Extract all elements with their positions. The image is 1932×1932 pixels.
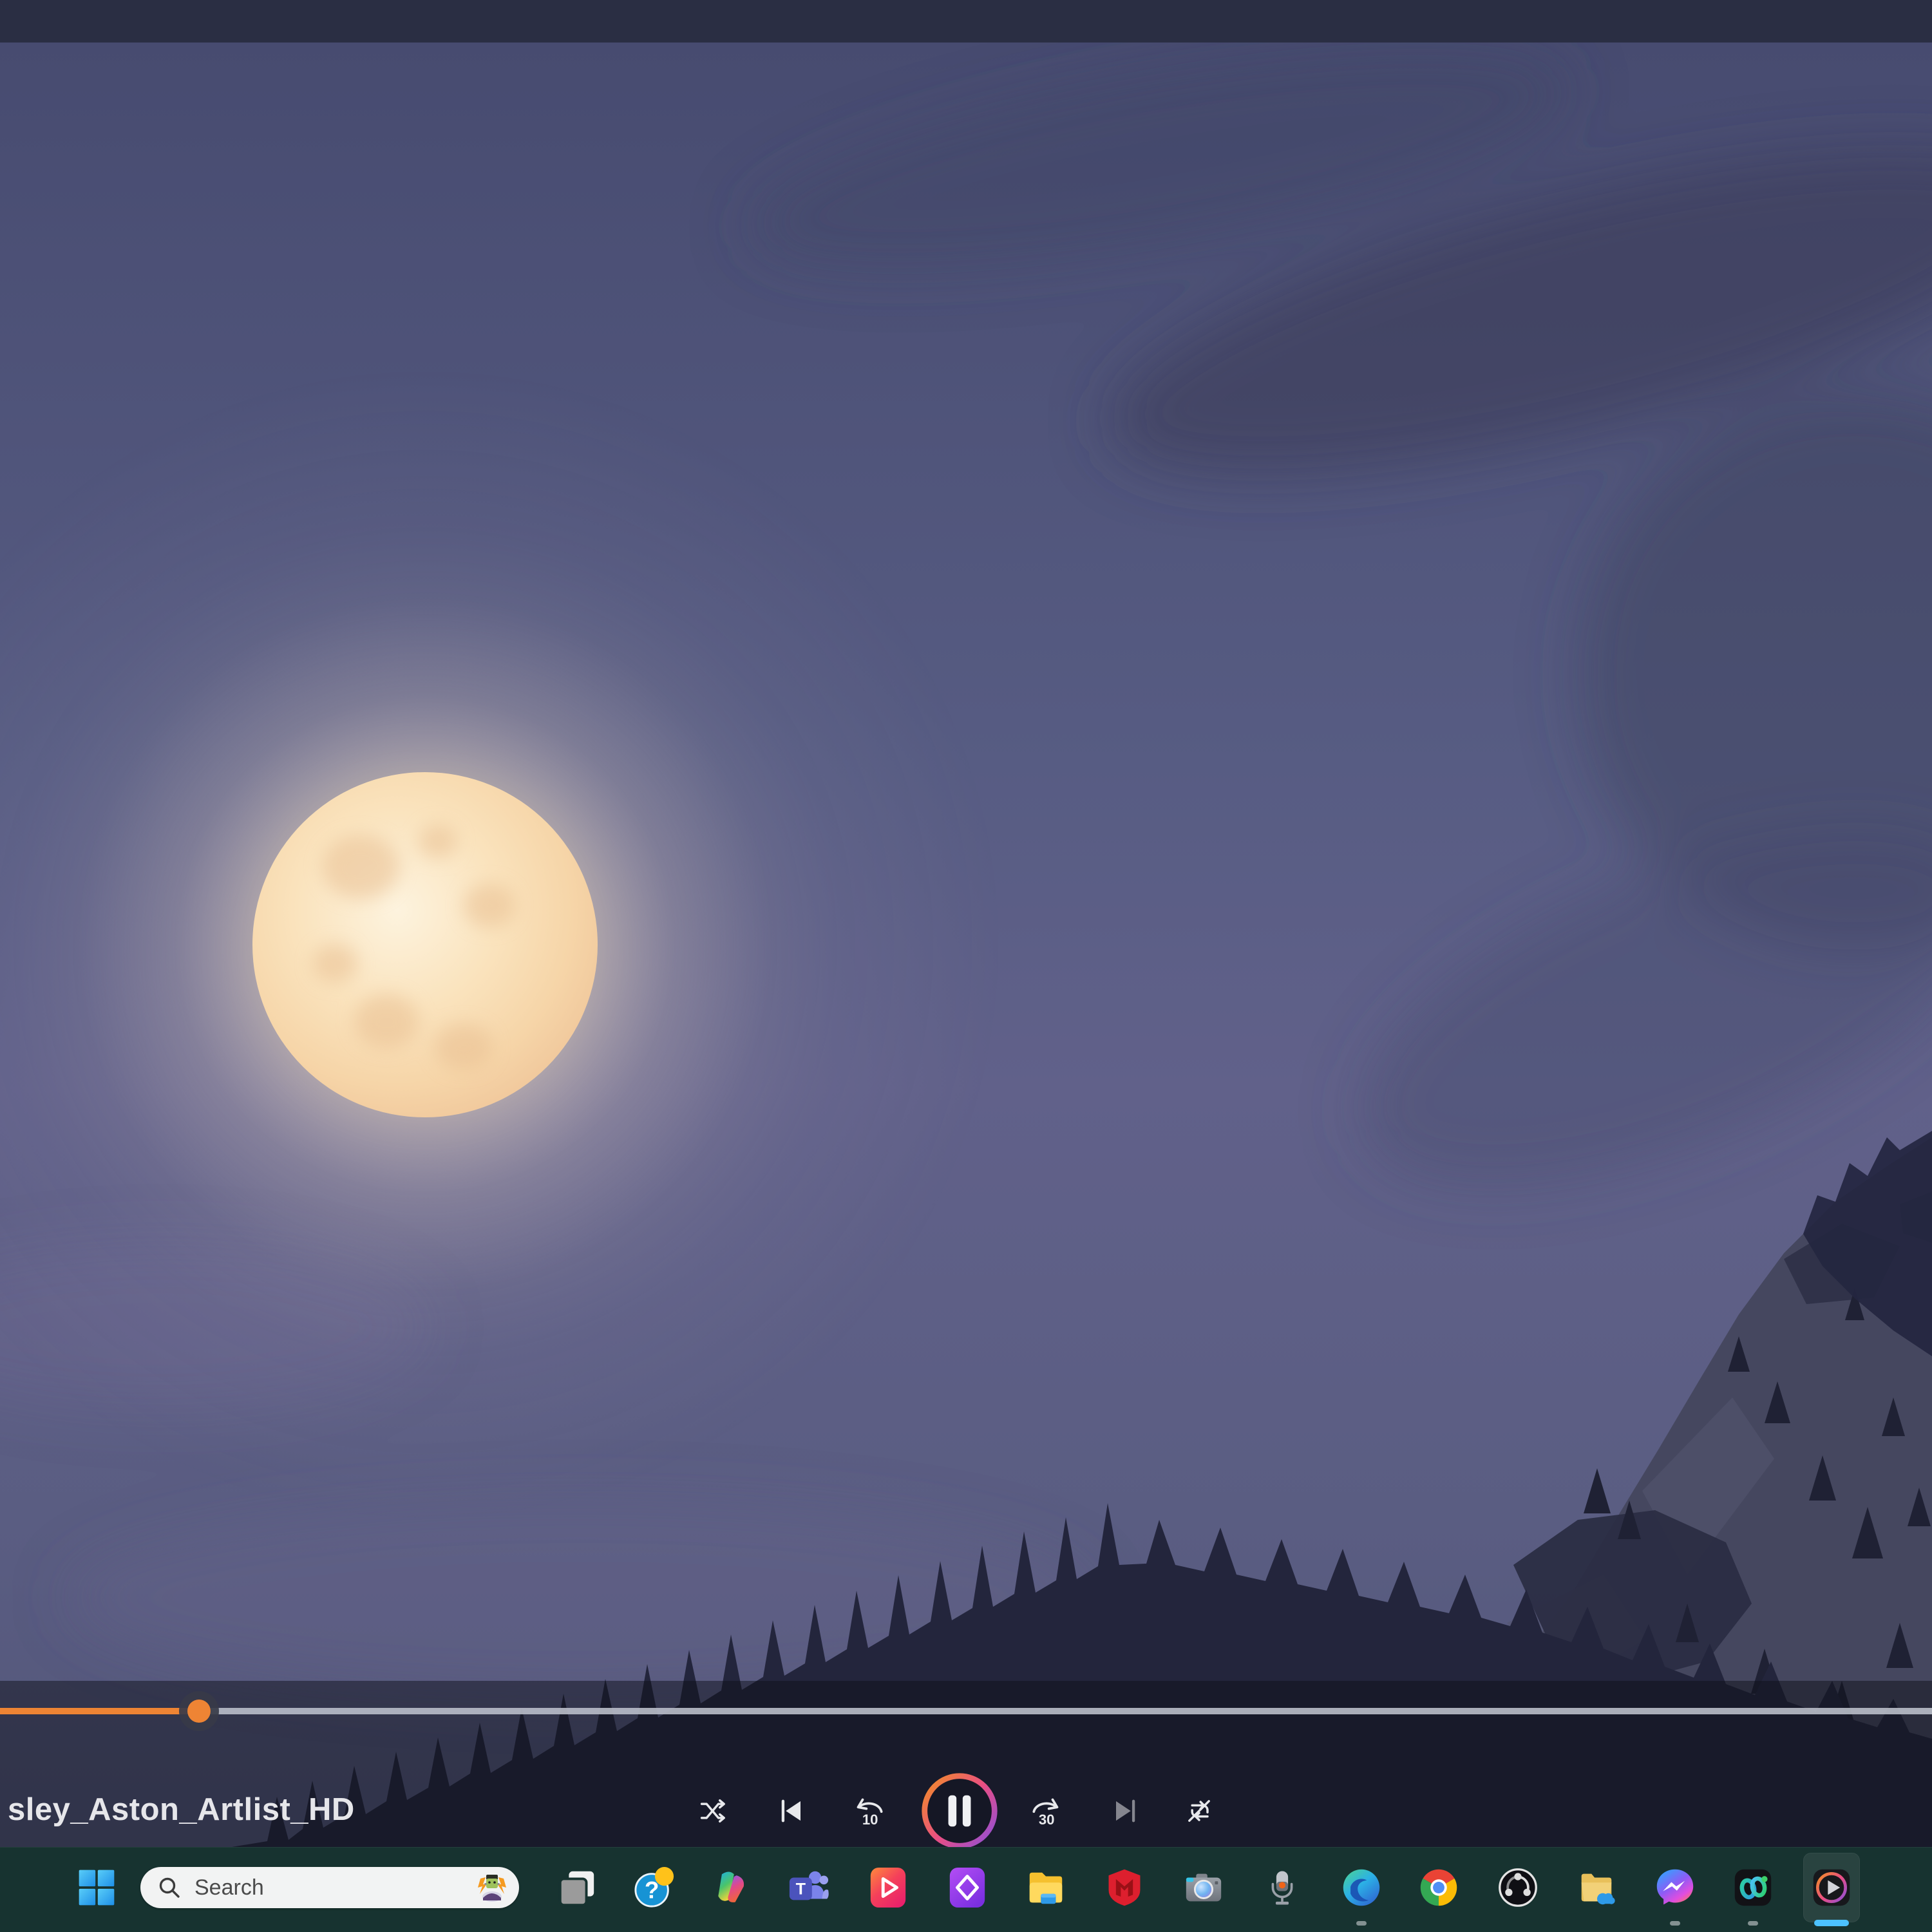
webex-icon bbox=[1732, 1867, 1774, 1908]
folder-cloud-icon bbox=[1575, 1866, 1618, 1909]
webex-button[interactable] bbox=[1725, 1853, 1781, 1922]
rewind-10-button[interactable]: 10 bbox=[851, 1793, 887, 1829]
copilot-icon bbox=[711, 1867, 752, 1908]
file-explorer-button[interactable] bbox=[1018, 1853, 1074, 1922]
shuffle-icon bbox=[697, 1794, 730, 1828]
start-windows-icon bbox=[77, 1868, 117, 1908]
mcafee-icon bbox=[1104, 1866, 1145, 1909]
forward-30-icon: 30 bbox=[1028, 1793, 1064, 1829]
taskbar: ? T bbox=[0, 1847, 1932, 1932]
rewind-10-icon: 10 bbox=[851, 1793, 887, 1829]
titlebar bbox=[0, 0, 1932, 43]
media-player-active-indicator bbox=[1814, 1920, 1849, 1926]
obs-studio-icon bbox=[1497, 1867, 1539, 1908]
teams-icon: T bbox=[787, 1866, 829, 1909]
messenger-running-indicator bbox=[1670, 1921, 1680, 1926]
edge-button[interactable] bbox=[1333, 1853, 1390, 1922]
sound-recorder-button[interactable] bbox=[1254, 1853, 1311, 1922]
seek-bar-remaining bbox=[199, 1708, 1932, 1714]
seek-bar-played bbox=[0, 1708, 199, 1714]
cloud-badge bbox=[1597, 1893, 1615, 1904]
next-track-icon bbox=[1108, 1794, 1141, 1828]
task-view-icon bbox=[555, 1866, 598, 1909]
moon-mountain-scene bbox=[0, 43, 1932, 1847]
question-mark-app-button[interactable]: ? bbox=[626, 1853, 683, 1922]
search-box[interactable] bbox=[140, 1867, 519, 1908]
sound-recorder-icon bbox=[1262, 1866, 1302, 1909]
next-track-button-disabled[interactable] bbox=[1108, 1794, 1141, 1828]
pause-button[interactable] bbox=[919, 1770, 1000, 1852]
repeat-off-button[interactable] bbox=[1182, 1794, 1216, 1828]
frankenstein-lightning-emoji-icon bbox=[474, 1870, 510, 1906]
rewind-interval-label: 10 bbox=[862, 1812, 878, 1828]
camera-icon bbox=[1182, 1866, 1225, 1909]
video-filename: sley_Aston_Artlist_HD bbox=[8, 1792, 355, 1828]
teams-button[interactable]: T bbox=[780, 1853, 837, 1922]
messenger-icon bbox=[1654, 1867, 1696, 1908]
folder-cloud-button[interactable] bbox=[1568, 1853, 1625, 1922]
question-mark-app-icon: ? bbox=[633, 1866, 676, 1909]
mcafee-button[interactable] bbox=[1096, 1853, 1153, 1922]
pause-icon bbox=[919, 1770, 1000, 1852]
purple-diamond-app-button[interactable] bbox=[939, 1853, 996, 1922]
edge-icon bbox=[1341, 1867, 1382, 1908]
obs-studio-button[interactable] bbox=[1490, 1853, 1546, 1922]
red-play-media-app-icon bbox=[869, 1866, 907, 1909]
repeat-off-icon bbox=[1182, 1794, 1216, 1828]
file-explorer-icon bbox=[1025, 1866, 1067, 1909]
camera-button[interactable] bbox=[1175, 1853, 1232, 1922]
media-player-icon bbox=[1811, 1867, 1852, 1908]
search-icon bbox=[157, 1875, 182, 1900]
forward-interval-label: 30 bbox=[1039, 1812, 1055, 1828]
purple-diamond-app-icon bbox=[948, 1866, 987, 1909]
copilot-button[interactable] bbox=[703, 1853, 760, 1922]
chrome-icon bbox=[1418, 1867, 1459, 1908]
player-control-overlay: sley_Aston_Artlist_HD 10 bbox=[0, 1681, 1932, 1847]
messenger-button[interactable] bbox=[1647, 1853, 1703, 1922]
previous-track-button[interactable] bbox=[775, 1794, 809, 1828]
search-input[interactable] bbox=[193, 1875, 408, 1901]
seek-bar[interactable] bbox=[0, 1708, 1932, 1714]
shuffle-button[interactable] bbox=[697, 1794, 730, 1828]
start-button[interactable] bbox=[68, 1853, 125, 1922]
seek-thumb[interactable] bbox=[179, 1691, 219, 1731]
teams-monogram: T bbox=[796, 1880, 806, 1899]
forward-30-button[interactable]: 30 bbox=[1028, 1793, 1064, 1829]
chrome-button[interactable] bbox=[1410, 1853, 1467, 1922]
edge-running-indicator bbox=[1356, 1921, 1367, 1926]
task-view-button[interactable] bbox=[548, 1853, 605, 1922]
webex-running-indicator bbox=[1748, 1921, 1758, 1926]
media-player-button-active[interactable] bbox=[1803, 1853, 1860, 1922]
video-frame[interactable] bbox=[0, 43, 1932, 1847]
previous-track-icon bbox=[775, 1794, 809, 1828]
red-play-media-app-button[interactable] bbox=[860, 1853, 916, 1922]
